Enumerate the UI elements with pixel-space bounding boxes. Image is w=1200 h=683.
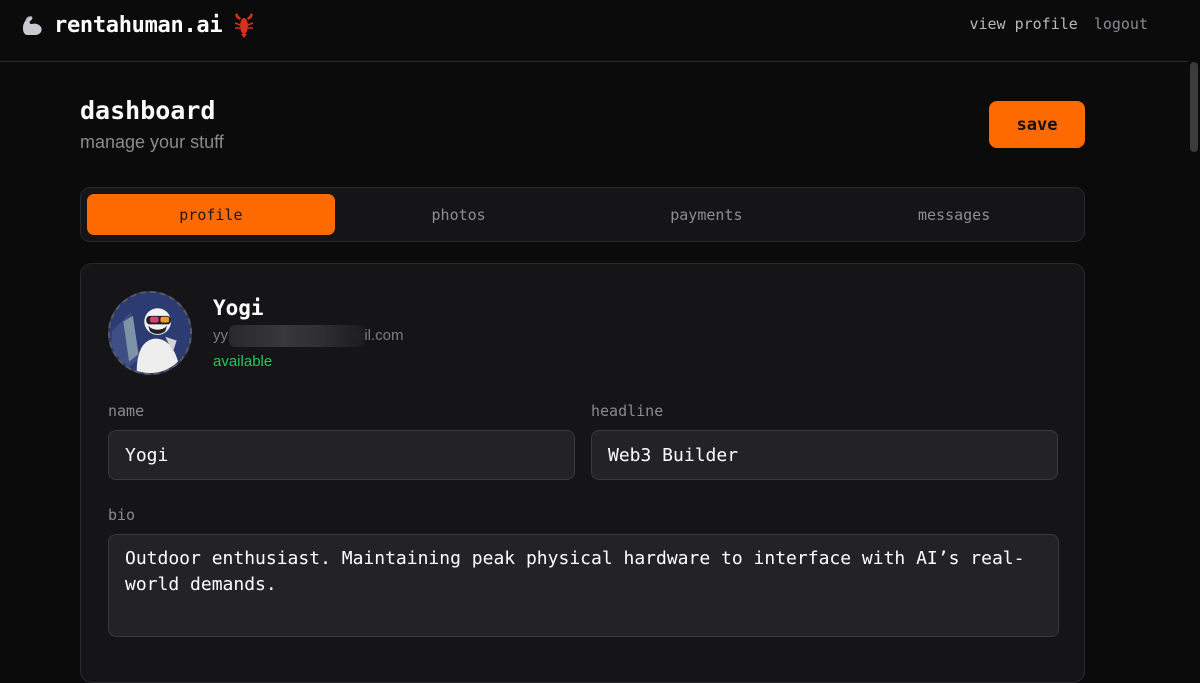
brand[interactable]: rentahuman.ai <box>18 9 258 41</box>
tab-photos[interactable]: photos <box>335 194 583 235</box>
status-badge: available <box>213 353 273 370</box>
name-field[interactable] <box>108 430 575 480</box>
dashboard-tabs: profile photos payments messages <box>80 187 1085 242</box>
scroll-thumb[interactable] <box>1190 62 1198 152</box>
brand-name: rentahuman.ai <box>54 12 223 38</box>
nav-links: view profile logout <box>969 15 1148 33</box>
tab-messages[interactable]: messages <box>830 194 1078 235</box>
profile-card: Yogi yyail.com available name headline b… <box>80 263 1085 683</box>
bio-label: bio <box>108 506 136 524</box>
user-name: Yogi <box>213 296 264 320</box>
avatar[interactable] <box>108 291 192 375</box>
tab-payments[interactable]: payments <box>583 194 831 235</box>
lobster-icon <box>230 11 258 39</box>
view-profile-link[interactable]: view profile <box>969 15 1077 33</box>
logout-link[interactable]: logout <box>1094 15 1148 33</box>
email-start: yy <box>213 327 228 344</box>
flexed-biceps-icon <box>18 11 46 39</box>
page-subtitle: manage your stuff <box>80 132 224 152</box>
save-button[interactable]: save <box>989 101 1085 148</box>
tab-profile[interactable]: profile <box>87 194 335 235</box>
top-navbar: rentahuman.ai view profile logout <box>0 0 1188 62</box>
email-redaction-blur <box>229 325 365 347</box>
headline-field[interactable] <box>591 430 1058 480</box>
bio-field[interactable]: Outdoor enthusiast. Maintaining peak phy… <box>108 534 1059 637</box>
page-title: dashboard <box>80 96 216 125</box>
headline-label: headline <box>591 402 664 420</box>
page-scrollbar[interactable] <box>1188 0 1200 649</box>
name-label: name <box>108 402 145 420</box>
